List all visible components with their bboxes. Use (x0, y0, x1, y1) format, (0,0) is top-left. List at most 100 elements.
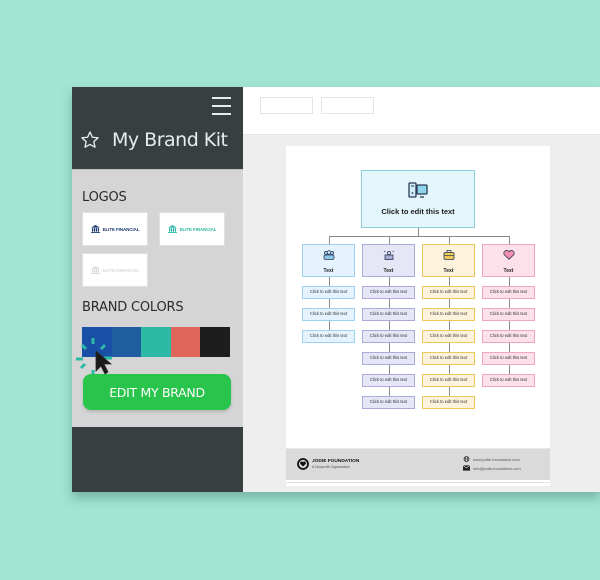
editor-toolbar (243, 87, 600, 135)
chart-item-box[interactable]: Click to edit this text (422, 352, 475, 365)
connector-line (418, 228, 419, 236)
connector-line (508, 299, 510, 308)
chart-item-box[interactable]: Click to edit this text (482, 374, 535, 387)
chart-item-box[interactable]: Click to edit this text (362, 286, 415, 299)
brand-colors-label: BRAND COLORS (82, 300, 184, 315)
connector-line (448, 343, 450, 352)
heart-logo-icon (297, 458, 309, 470)
chart-item-text: Click to edit this text (429, 311, 468, 317)
chart-item-text: Click to edit this text (369, 333, 408, 339)
bank-icon (90, 266, 100, 274)
chart-item-box[interactable]: Click to edit this text (482, 308, 535, 321)
brand-color-swatch[interactable] (82, 327, 112, 357)
briefcase-icon (443, 247, 455, 265)
bank-icon (90, 225, 100, 233)
chart-item-box[interactable]: Click to edit this text (362, 374, 415, 387)
connector-line (328, 321, 330, 330)
chart-item-text: Click to edit this text (429, 399, 468, 405)
chart-item-box[interactable]: Click to edit this text (362, 308, 415, 321)
email-contact: info@jodie-foundation.com (463, 465, 521, 471)
chart-item-text: Click to edit this text (369, 289, 408, 295)
chart-item-box[interactable]: Click to edit this text (302, 286, 355, 299)
connector-line (388, 277, 390, 286)
column-heading-box[interactable]: Text (482, 244, 535, 277)
app-window: My Brand Kit LOGOS ELITE FINANCIAL ELITE … (72, 87, 600, 492)
footer-divider (286, 482, 550, 483)
chart-item-text: Click to edit this text (369, 377, 408, 383)
connector-line (448, 387, 450, 396)
chart-item-box[interactable]: Click to edit this text (302, 330, 355, 343)
connector-line (448, 277, 450, 286)
editor-area: Click to edit this text Text Click to edi… (243, 87, 600, 492)
connector-line (448, 299, 450, 308)
connector-line (508, 365, 510, 374)
chart-item-text: Click to edit this text (489, 311, 528, 317)
column-heading-text: Text (383, 268, 394, 274)
brand-color-swatch[interactable] (111, 327, 142, 357)
email-text[interactable]: info@jodie-foundation.com (473, 466, 521, 471)
chart-item-box[interactable]: Click to edit this text (482, 352, 535, 365)
chart-item-box[interactable]: Click to edit this text (362, 352, 415, 365)
logo-text: ELITE FINANCIAL (179, 226, 217, 232)
brand-color-swatch[interactable] (170, 327, 201, 357)
connector-line (388, 236, 390, 244)
connector-line (448, 236, 450, 244)
chart-item-text: Click to edit this text (429, 333, 468, 339)
toolbar-button-2[interactable] (321, 97, 374, 114)
logo-light[interactable]: ELITE FINANCIAL (82, 253, 148, 287)
chart-item-box[interactable]: Click to edit this text (422, 396, 475, 409)
mail-icon (463, 465, 470, 471)
chart-item-box[interactable]: Click to edit this text (482, 330, 535, 343)
brand-color-swatches (82, 327, 230, 357)
website-text[interactable]: www.jodie-foundation.com (473, 457, 520, 462)
column-heading-box[interactable]: Text (302, 244, 355, 277)
brand-color-swatch[interactable] (200, 327, 230, 357)
chart-item-box[interactable]: Click to edit this text (422, 330, 475, 343)
logo-teal[interactable]: ELITE FINANCIAL (159, 212, 225, 246)
chart-item-box[interactable]: Click to edit this text (422, 374, 475, 387)
chart-item-box[interactable]: Click to edit this text (422, 308, 475, 321)
connector-line (388, 321, 390, 330)
chart-item-text: Click to edit this text (429, 377, 468, 383)
connector-line (328, 236, 330, 244)
globe-icon (463, 456, 470, 462)
chart-item-text: Click to edit this text (369, 311, 408, 317)
column-heading-box[interactable]: Text (362, 244, 415, 277)
team-icon (323, 247, 335, 265)
logos-label: LOGOS (82, 190, 127, 205)
brand-color-swatch[interactable] (141, 327, 171, 357)
hamburger-menu-icon[interactable] (212, 95, 231, 117)
chart-item-box[interactable]: Click to edit this text (422, 286, 475, 299)
connector-line (388, 299, 390, 308)
org-name: JODIE FOUNDATION (312, 459, 360, 464)
connector-line (388, 343, 390, 352)
column-heading-text: Text (323, 268, 334, 274)
column-heading-box[interactable]: Text (422, 244, 475, 277)
connector-line (328, 299, 330, 308)
edit-my-brand-button[interactable]: EDIT MY BRAND (83, 374, 231, 410)
bank-icon (167, 225, 177, 233)
connector-line (328, 236, 509, 237)
chart-item-box[interactable]: Click to edit this text (302, 308, 355, 321)
logo-text: ELITE FINANCIAL (102, 267, 140, 273)
toolbar-button-1[interactable] (260, 97, 313, 114)
connector-line (388, 387, 390, 396)
presenter-icon (383, 247, 395, 265)
connector-line (328, 277, 330, 286)
chart-item-box[interactable]: Click to edit this text (362, 396, 415, 409)
org-chart-top-box[interactable]: Click to edit this text (361, 170, 475, 228)
column-heading-text: Text (443, 268, 454, 274)
top-box-text: Click to edit this text (381, 207, 455, 216)
chart-item-text: Click to edit this text (429, 355, 468, 361)
connector-line (508, 236, 510, 244)
logo-navy[interactable]: ELITE FINANCIAL (82, 212, 148, 246)
connector-line (388, 365, 390, 374)
chart-item-text: Click to edit this text (489, 333, 528, 339)
chart-item-box[interactable]: Click to edit this text (482, 286, 535, 299)
chart-item-box[interactable]: Click to edit this text (362, 330, 415, 343)
connector-line (508, 321, 510, 330)
chart-item-text: Click to edit this text (309, 289, 348, 295)
chart-item-text: Click to edit this text (429, 289, 468, 295)
chart-item-text: Click to edit this text (369, 355, 408, 361)
brand-kit-title: My Brand Kit (112, 129, 228, 151)
